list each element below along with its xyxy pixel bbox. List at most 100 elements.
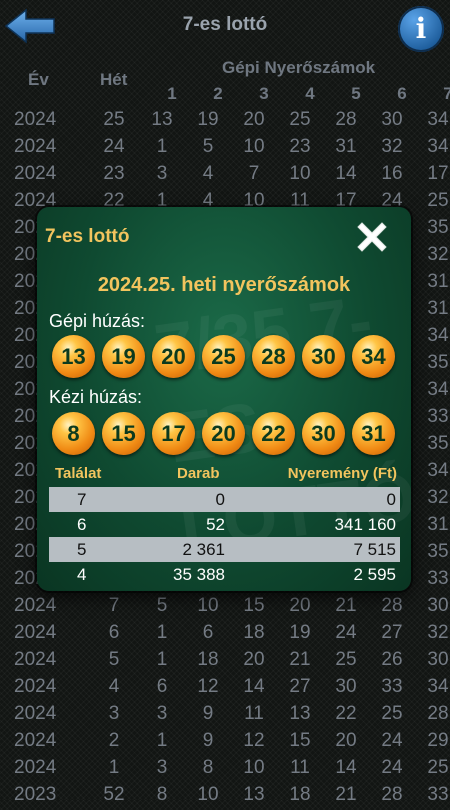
row-number: 25 <box>427 190 449 211</box>
row-number: 35 <box>427 433 449 454</box>
row-number: 7 <box>248 163 260 184</box>
row-number: 15 <box>289 730 311 751</box>
prize-row: 5 2 361 7 515 <box>49 537 400 562</box>
row-number: 34 <box>427 676 449 697</box>
row-number: 30 <box>427 649 449 670</box>
row-number: 25 <box>289 109 311 130</box>
table-row[interactable]: 2024 25 13 19 20 25 28 30 34 <box>0 108 450 135</box>
row-year: 2024 <box>14 703 57 724</box>
row-number: 13 <box>151 109 173 130</box>
col-number: 5 <box>351 84 361 103</box>
number-ball: 8 <box>52 412 95 455</box>
row-number: 9 <box>202 730 214 751</box>
row-number: 1 <box>156 136 168 157</box>
row-number: 14 <box>335 163 357 184</box>
row-number: 24 <box>381 730 403 751</box>
prize-count: 35 388 <box>173 565 225 584</box>
close-button[interactable] <box>352 217 392 257</box>
row-number: 31 <box>427 271 449 292</box>
number-ball: 19 <box>102 335 145 378</box>
row-number: 33 <box>381 676 403 697</box>
prize-match: 5 <box>77 540 87 559</box>
table-row[interactable]: 2024 4 6 12 14 27 30 33 34 <box>0 675 450 702</box>
row-number: 30 <box>427 595 449 616</box>
week-title: 2024.25. heti nyerőszámok <box>97 274 351 296</box>
row-number: 6 <box>202 622 214 643</box>
row-week: 25 <box>103 109 125 130</box>
info-button[interactable]: i <box>398 6 444 52</box>
row-number: 5 <box>202 136 214 157</box>
number-ball: 20 <box>152 335 195 378</box>
row-number: 16 <box>381 163 403 184</box>
col-machine-numbers: Gépi Nyerőszámok <box>222 58 376 77</box>
close-icon <box>357 222 387 252</box>
row-week: 2 <box>108 730 120 751</box>
row-number: 33 <box>427 784 449 805</box>
row-number: 31 <box>427 514 449 535</box>
table-row[interactable]: 2024 23 3 4 7 10 14 16 17 <box>0 162 450 189</box>
row-number: 21 <box>335 784 357 805</box>
row-number: 33 <box>427 568 449 589</box>
number-ball: 28 <box>252 335 295 378</box>
table-row[interactable]: 2024 3 3 9 11 13 22 25 28 <box>0 702 450 729</box>
row-number: 18 <box>197 649 219 670</box>
row-year: 2024 <box>14 730 57 751</box>
number-ball: 22 <box>252 412 295 455</box>
row-year: 2024 <box>14 622 57 643</box>
number-ball: 30 <box>302 412 345 455</box>
table-row[interactable]: 2024 24 1 5 10 23 31 32 34 <box>0 135 450 162</box>
table-row[interactable]: 2024 5 1 18 20 21 25 26 30 <box>0 648 450 675</box>
number-ball: 17 <box>152 412 195 455</box>
row-number: 10 <box>289 163 311 184</box>
row-number: 28 <box>381 595 403 616</box>
manual-draw-label: Kézi húzás: <box>49 387 143 407</box>
row-number: 11 <box>244 703 264 724</box>
row-number: 19 <box>197 109 219 130</box>
prize-match: 4 <box>77 565 87 584</box>
row-week: 4 <box>108 676 120 697</box>
table-row[interactable]: 2024 6 1 6 18 19 24 27 32 <box>0 621 450 648</box>
row-number: 4 <box>202 163 214 184</box>
row-number: 33 <box>427 406 449 427</box>
row-number: 32 <box>427 487 449 508</box>
number-columns: 1 2 3 4 5 6 7 <box>0 84 450 104</box>
row-number: 34 <box>427 136 449 157</box>
table-row[interactable]: 2024 1 3 8 10 11 14 24 25 <box>0 756 450 783</box>
row-week: 23 <box>103 163 125 184</box>
col-number: 7 <box>443 84 450 103</box>
row-week: 7 <box>108 595 120 616</box>
prize-amount: 0 <box>386 490 396 509</box>
row-number: 34 <box>427 460 449 481</box>
row-number: 11 <box>290 757 310 778</box>
row-number: 34 <box>427 379 449 400</box>
prize-match: 6 <box>77 515 87 534</box>
row-number: 15 <box>243 595 265 616</box>
prize-table-header: Találat Darab Nyeremény (Ft) <box>37 465 411 485</box>
row-year: 2024 <box>14 136 57 157</box>
machine-draw-label: Gépi húzás: <box>49 311 146 331</box>
row-number: 1 <box>156 649 168 670</box>
row-number: 23 <box>289 136 311 157</box>
prize-row: 6 52 341 160 <box>49 512 400 537</box>
row-number: 8 <box>202 757 214 778</box>
row-number: 25 <box>381 703 403 724</box>
row-number: 5 <box>156 595 168 616</box>
row-number: 24 <box>381 757 403 778</box>
number-ball: 30 <box>302 335 345 378</box>
row-number: 27 <box>289 676 311 697</box>
app-title: 7-es lottó <box>182 14 268 35</box>
row-number: 28 <box>381 784 403 805</box>
table-row[interactable]: 2023 52 8 10 13 18 21 28 33 <box>0 783 450 810</box>
row-number: 24 <box>335 622 357 643</box>
prize-row: 7 0 0 <box>49 487 400 512</box>
row-number: 32 <box>381 136 403 157</box>
col-count: Darab <box>177 465 220 482</box>
row-number: 12 <box>243 730 265 751</box>
row-number: 27 <box>381 622 403 643</box>
row-number: 6 <box>156 676 168 697</box>
table-row[interactable]: 2024 2 1 9 12 15 20 24 29 <box>0 729 450 756</box>
table-row[interactable]: 2024 7 5 10 15 20 21 28 30 <box>0 594 450 621</box>
row-week: 1 <box>108 757 120 778</box>
prize-count: 2 361 <box>182 540 225 559</box>
col-prize: Nyeremény (Ft) <box>287 465 397 482</box>
